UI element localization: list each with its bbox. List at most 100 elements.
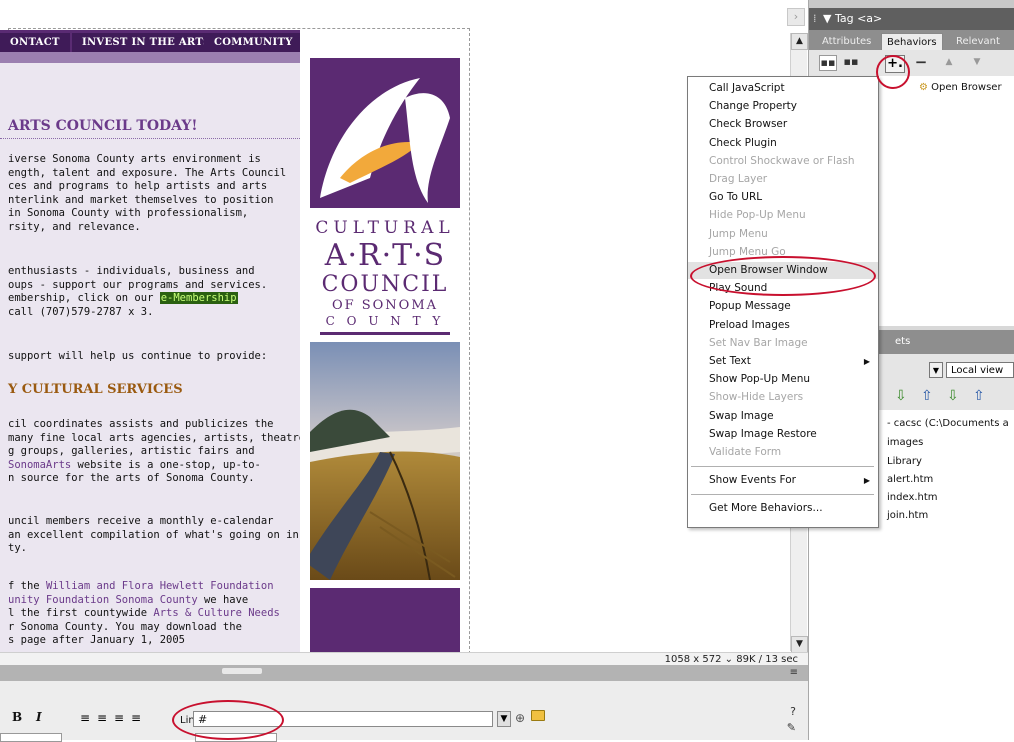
site-root-item[interactable]: - cacsc (C:\Documents a	[887, 418, 1009, 429]
window-size-readout[interactable]: 1058 x 572 ⌄ 89K / 13 sec	[665, 653, 798, 665]
menu-item[interactable]: Set Text ▶	[688, 353, 878, 370]
file-item[interactable]: Library	[887, 456, 922, 467]
landscape-photo	[310, 342, 460, 580]
file-item[interactable]: join.htm	[887, 510, 928, 521]
page-heading: ARTS COUNCIL TODAY!	[8, 118, 198, 134]
nav-tab-invest[interactable]: INVEST IN THE ARTS	[72, 33, 221, 52]
link-dropdown-icon[interactable]: ▼	[497, 711, 511, 727]
community-foundation-link[interactable]: unity Foundation Sonoma County	[8, 594, 198, 606]
file-item[interactable]: alert.htm	[887, 474, 933, 485]
behavior-row[interactable]: ⚙ Open Browser	[919, 82, 1002, 93]
menu-item[interactable]: Go To URL	[688, 189, 878, 206]
sonomaarts-link[interactable]: SonomaArts	[8, 459, 71, 471]
browse-folder-icon[interactable]	[531, 710, 545, 721]
road-landscape-image	[310, 342, 460, 580]
format-field[interactable]	[0, 733, 62, 742]
behavior-gear-icon: ⚙	[919, 82, 928, 93]
menu-item-label: Preload Images	[709, 318, 790, 331]
scroll-up-icon[interactable]: ▲	[791, 33, 808, 50]
menu-item-get-more[interactable]: Get More Behaviors...	[688, 500, 878, 517]
check-out-icon[interactable]: ⇩	[947, 388, 959, 404]
logo-text-county: C O U N T Y	[325, 314, 445, 328]
italic-button[interactable]: I	[36, 710, 42, 724]
submenu-arrow-icon: ▶	[863, 357, 870, 366]
text-fragment: embership, click on our	[8, 292, 160, 305]
bold-button[interactable]: B	[12, 710, 22, 724]
panel-grip-icon[interactable]: ⁞	[813, 8, 817, 30]
file-item[interactable]: images	[887, 437, 923, 448]
align-left-icon[interactable]: ≡	[80, 711, 90, 725]
menu-item[interactable]: Check Browser	[688, 116, 878, 133]
tab-behaviors[interactable]: Behaviors	[881, 33, 943, 51]
culture-needs-link[interactable]: Arts & Culture Needs	[153, 607, 279, 619]
tab-attributes[interactable]: Attributes	[817, 33, 876, 50]
menu-item[interactable]: Preload Images	[688, 317, 878, 334]
align-justify-icon[interactable]: ≡	[131, 711, 141, 725]
quick-tag-icon[interactable]: ✎	[787, 721, 796, 734]
property-inspector-header[interactable]: ≡	[0, 665, 808, 681]
menu-item[interactable]: Swap Image	[688, 408, 878, 425]
text-line: g groups, galleries, artistic fairs and	[8, 445, 255, 458]
menu-item-show-events[interactable]: Show Events For ▶	[688, 472, 878, 489]
align-right-icon[interactable]: ≡	[114, 711, 124, 725]
add-button-annotation-ring	[876, 55, 910, 89]
menu-item-label: Set Text	[709, 355, 751, 367]
menu-item[interactable]: Change Property	[688, 98, 878, 115]
arts-council-logo: CULTURAL A·R·T·S COUNCIL OF SONOMA C O U…	[310, 58, 460, 338]
menu-item: Show-Hide Layers	[688, 389, 878, 406]
nav-tab-contact[interactable]: ONTACT	[0, 33, 70, 52]
menu-item[interactable]: Check Plugin	[688, 135, 878, 152]
logo-footer-block	[310, 588, 460, 652]
menu-item-label: Set Nav Bar Image	[709, 336, 808, 349]
remove-behavior-button[interactable]: −	[913, 55, 929, 70]
panel-options-icon[interactable]: ≡	[790, 667, 798, 678]
text-fragment: we have	[197, 593, 249, 606]
move-up-button[interactable]: ▲	[941, 55, 957, 69]
site-dropdown-icon[interactable]: ▼	[929, 362, 943, 378]
text-line: SonomaArts website is a one-stop, up-to-	[8, 459, 300, 473]
menu-item: Drag Layer	[688, 171, 878, 188]
behaviors-toolbar: ▪▪ ▪▪ +. − ▲ ▼	[809, 50, 1014, 76]
panel-grip-icon[interactable]	[222, 668, 262, 674]
move-down-button[interactable]: ▼	[969, 55, 985, 69]
tab-relevant[interactable]: Relevant	[951, 33, 1005, 50]
scroll-right-icon[interactable]: ›	[787, 8, 805, 26]
help-icon[interactable]: ?	[790, 705, 796, 718]
point-to-file-icon[interactable]: ⊕	[515, 711, 525, 725]
menu-item[interactable]: Call JavaScript	[688, 80, 878, 97]
e-membership-link[interactable]: e-Membership	[159, 292, 238, 305]
scroll-down-icon[interactable]: ▼	[791, 636, 808, 653]
text-line: iverse Sonoma County arts environment is	[8, 153, 261, 165]
menu-item: Control Shockwave or Flash	[688, 153, 878, 170]
menu-item: Jump Menu	[688, 226, 878, 243]
text-line: oups - support our programs and services…	[8, 278, 268, 291]
show-set-events-icon[interactable]: ▪▪	[819, 55, 837, 71]
show-all-events-icon[interactable]: ▪▪	[843, 55, 859, 69]
menu-item-label: Check Plugin	[709, 136, 777, 149]
align-center-icon[interactable]: ≡	[97, 711, 107, 725]
text-line: unity Foundation Sonoma County we have	[8, 594, 280, 608]
behaviors-menu: Call JavaScript Change Property Check Brow…	[687, 76, 879, 528]
panel-top-strip	[809, 0, 1014, 8]
menu-item[interactable]: Swap Image Restore	[688, 426, 878, 443]
menu-item-label: Jump Menu	[709, 227, 768, 240]
menu-item-label: Swap Image	[709, 409, 774, 422]
hewlett-foundation-link[interactable]: William and Flora Hewlett Foundation	[46, 580, 274, 592]
link-field-annotation-ring	[172, 700, 284, 740]
menu-item-label: Swap Image Restore	[709, 427, 817, 440]
put-files-icon[interactable]: ⇧	[921, 388, 933, 404]
tag-inspector-header[interactable]: ⁞ ▼ Tag <a>	[809, 8, 1014, 30]
text-line: support will help us continue to provide…	[8, 350, 268, 362]
logo-swoosh-icon	[320, 78, 450, 203]
membership-paragraph: enthusiasts - individuals, business and …	[8, 265, 267, 319]
menu-item-label: Show Pop-Up Menu	[709, 373, 811, 386]
get-files-icon[interactable]: ⇩	[895, 388, 907, 404]
text-fragment: l the first countywide	[8, 607, 154, 620]
menu-item-label: Go To URL	[709, 191, 763, 204]
menu-item[interactable]: Popup Message	[688, 298, 878, 315]
file-item[interactable]: index.htm	[887, 492, 938, 503]
nav-tab-community[interactable]: COMMUNITY	[204, 33, 300, 52]
check-in-icon[interactable]: ⇧	[973, 388, 985, 404]
view-select[interactable]: Local view	[946, 362, 1014, 378]
menu-item[interactable]: Show Pop-Up Menu	[688, 371, 878, 388]
